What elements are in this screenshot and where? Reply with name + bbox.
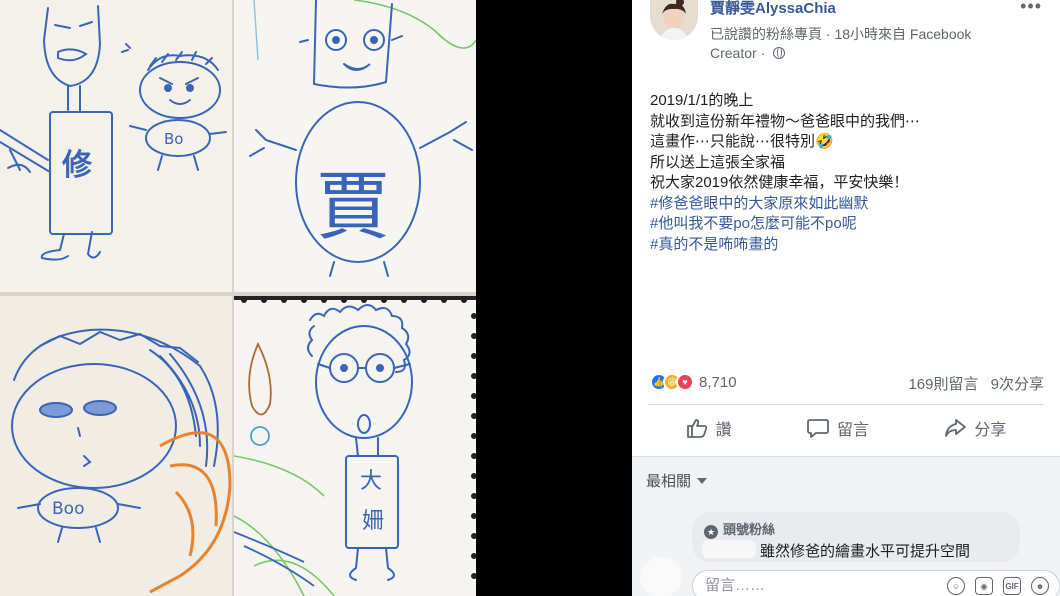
comment-text: 雖然修爸的繪畫水平可提升空間 [760, 543, 971, 560]
post-line: 這畫作⋯只能說⋯很特別🤣 [650, 133, 834, 150]
share-label: 分享 [974, 422, 1007, 439]
gif-icon[interactable]: GIF [1003, 577, 1021, 595]
comment-sort-dropdown[interactable]: 最相關 [646, 470, 708, 491]
comment-button[interactable]: 留言 [807, 416, 869, 440]
post-body: 2019/1/1的晚上 就收到這份新年禮物～爸爸眼中的我們⋯ 這畫作⋯只能說⋯很… [650, 91, 1040, 255]
post-meta: 已說讚的粉絲專頁 · 18小時來自 Facebook [710, 24, 971, 44]
drawing-panel-son: 大 姍 [234, 296, 476, 596]
author-name-link[interactable]: 賈靜雯AlyssaChia [710, 0, 836, 18]
drawing-panel-daughter: Boo [0, 296, 232, 596]
comments-section: 最相關 ★ 頭號粉絲 雖然修爸的繪畫水平可提升空間 ☺ ◉ GIF ☻ [632, 456, 1060, 596]
emoji-icon[interactable]: ☺ [947, 577, 965, 595]
share-icon [945, 419, 967, 437]
drawing-label-da: 大 [360, 469, 382, 494]
reaction-summary[interactable]: 👍 😆 ♥ 8,710 [650, 372, 737, 392]
comment-label: 留言 [836, 422, 869, 439]
panel-divider-horizontal [0, 292, 476, 296]
sticker-icon[interactable]: ☻ [1031, 577, 1049, 595]
share-count-link[interactable]: 9次分享 [991, 376, 1044, 393]
drawing-label-shan: 姍 [362, 509, 384, 534]
like-button[interactable]: 讚 [686, 416, 732, 440]
sort-label: 最相關 [646, 473, 692, 490]
love-reaction-icon: ♥ [676, 373, 694, 391]
post-line: 所以送上這張全家福 [650, 153, 786, 171]
top-fan-badge[interactable]: ★ 頭號粉絲 [704, 519, 775, 539]
share-button[interactable]: 分享 [944, 416, 1006, 440]
fan-badge-label: 頭號粉絲 [723, 522, 776, 537]
hashtag-link[interactable]: #修爸爸眼中的大家原來如此幽默 [650, 194, 1040, 215]
divider [648, 404, 1044, 405]
post-meta-line2: Creator · [710, 45, 786, 61]
hashtag-link[interactable]: #真的不是咘咘畫的 [650, 235, 1040, 256]
user-avatar-redacted [640, 557, 682, 596]
star-badge-icon: ★ [704, 525, 718, 539]
drawing-label-bo: Bo [164, 130, 183, 148]
comment-composer: ☺ ◉ GIF ☻ [692, 570, 1060, 596]
creator-label[interactable]: Creator [710, 45, 757, 61]
drawing-panel-mom: 賈 [234, 0, 476, 292]
panel-divider-vertical [232, 0, 234, 596]
camera-icon[interactable]: ◉ [975, 577, 993, 595]
post-panel: 賈靜雯AlyssaChia ••• 已說讚的粉絲專頁 · 18小時來自 Face… [632, 0, 1060, 596]
meta-separator: · [825, 26, 831, 42]
comment-count-link[interactable]: 169則留言 [908, 376, 978, 393]
post-line: 就收到這份新年禮物～爸爸眼中的我們⋯ [650, 112, 921, 130]
author-avatar[interactable] [650, 0, 698, 40]
drawing-panel-dad: 修 Bo [0, 0, 232, 292]
more-options-icon[interactable]: ••• [1020, 0, 1042, 17]
post-time-link[interactable]: 18小時來自 Facebook [834, 26, 971, 42]
thumbs-up-icon [686, 419, 707, 438]
commenter-name-redacted [702, 540, 756, 558]
comment-icon [807, 419, 829, 438]
post-line: 2019/1/1的晚上 [650, 92, 754, 109]
family-drawing-photo[interactable]: 修 Bo 賈 Boo 大 姍 [0, 0, 476, 596]
drawing-label-jia: 賈 [316, 164, 390, 250]
photo-viewer: 修 Bo 賈 Boo 大 姍 [0, 0, 632, 596]
page-type-label: 已說讚的粉絲專頁 [710, 26, 822, 42]
drawing-label-boo: Boo [52, 499, 84, 519]
comment-bubble[interactable]: ★ 頭號粉絲 雖然修爸的繪畫水平可提升空間 [692, 512, 1020, 562]
engagement-stats: 169則留言 9次分享 [908, 373, 1044, 394]
comment-input[interactable] [705, 577, 925, 594]
like-label: 讚 [715, 422, 732, 439]
globe-icon[interactable] [773, 47, 786, 59]
chevron-down-icon [697, 478, 708, 484]
composer-icons: ☺ ◉ GIF ☻ [947, 577, 1049, 595]
reaction-count: 8,710 [699, 373, 737, 391]
meta-separator-2: · [760, 45, 766, 61]
hashtag-link[interactable]: #他叫我不要po怎麼可能不po呢 [650, 214, 1040, 235]
drawing-label-xiu: 修 [61, 148, 93, 183]
post-actions: 讚 留言 分享 [648, 408, 1044, 448]
post-line: 祝大家2019依然健康幸福，平安快樂！ [650, 174, 909, 191]
